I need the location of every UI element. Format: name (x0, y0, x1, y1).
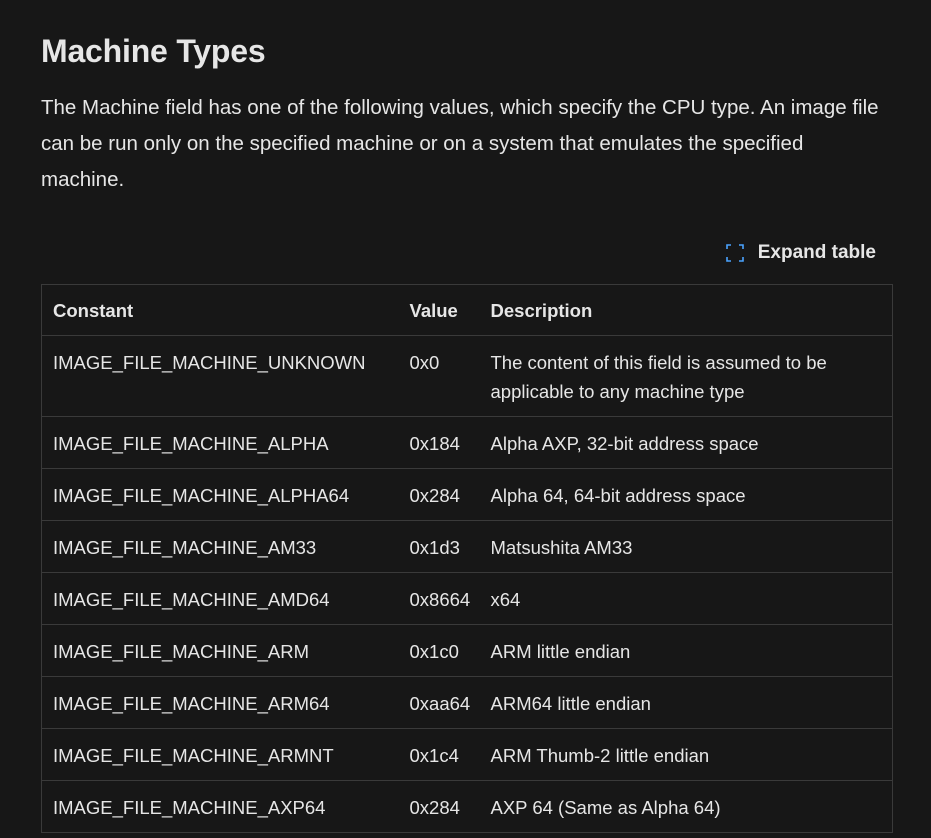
page-title: Machine Types (41, 33, 266, 69)
table-row: IMAGE_FILE_MACHINE_AXP64 0x284 AXP 64 (Sam… (41, 780, 893, 833)
table-body: IMAGE_FILE_MACHINE_UNKNOWN 0x0 The content… (41, 335, 893, 833)
cell-description: x64 (480, 572, 893, 625)
cell-description: Alpha 64, 64-bit address space (480, 468, 893, 521)
cell-description: Alpha AXP, 32-bit address space (480, 416, 893, 469)
table-row: IMAGE_FILE_MACHINE_ARMNT 0x1c4 ARM Thumb-2… (41, 728, 893, 781)
cell-value: 0x8664 (397, 572, 481, 625)
expand-table-button[interactable]: Expand table (725, 238, 876, 268)
cell-value: 0xaa64 (397, 676, 481, 729)
cell-description: ARM little endian (480, 624, 893, 677)
cell-value: 0x1c4 (397, 728, 481, 781)
cell-description: ARM64 little endian (480, 676, 893, 729)
cell-description: ARM Thumb-2 little endian (480, 728, 893, 781)
cell-value: 0x0 (397, 335, 481, 417)
table-row: IMAGE_FILE_MACHINE_ARM64 0xaa64 ARM64 litt… (41, 676, 893, 729)
cell-constant: IMAGE_FILE_MACHINE_AXP64 (41, 780, 398, 833)
cell-description: Matsushita AM33 (480, 520, 893, 573)
cell-constant: IMAGE_FILE_MACHINE_ARM (41, 624, 398, 677)
table-row: IMAGE_FILE_MACHINE_ARM 0x1c0 ARM little en… (41, 624, 893, 677)
cell-value: 0x284 (397, 468, 481, 521)
expand-icon (725, 244, 744, 262)
cell-value: 0x284 (397, 780, 481, 833)
table-row: IMAGE_FILE_MACHINE_UNKNOWN 0x0 The content… (41, 335, 893, 417)
machine-types-table-container: Constant Value Description IMAGE_FILE_MA… (41, 284, 893, 833)
cell-constant: IMAGE_FILE_MACHINE_ALPHA64 (41, 468, 398, 521)
column-header-constant: Constant (41, 284, 398, 336)
table-row: IMAGE_FILE_MACHINE_AM33 0x1d3 Matsushita A… (41, 520, 893, 573)
cell-constant: IMAGE_FILE_MACHINE_AM33 (41, 520, 398, 573)
cell-description: The content of this field is assumed to … (480, 335, 893, 417)
table-header-row: Constant Value Description (41, 284, 893, 336)
cell-constant: IMAGE_FILE_MACHINE_UNKNOWN (41, 335, 398, 417)
cell-value: 0x1c0 (397, 624, 481, 677)
cell-value: 0x184 (397, 416, 481, 469)
table-row: IMAGE_FILE_MACHINE_ALPHA 0x184 Alpha AXP, … (41, 416, 893, 469)
machine-types-table: Constant Value Description IMAGE_FILE_MA… (41, 284, 893, 833)
page: Machine Types The Machine field has one … (0, 0, 931, 838)
cell-description: AXP 64 (Same as Alpha 64) (480, 780, 893, 833)
expand-table-label: Expand table (757, 242, 876, 263)
cell-value: 0x1d3 (397, 520, 481, 573)
column-header-value: Value (397, 284, 481, 336)
table-row: IMAGE_FILE_MACHINE_AMD64 0x8664 x64 (41, 572, 893, 625)
cell-constant: IMAGE_FILE_MACHINE_ARMNT (41, 728, 398, 781)
intro-paragraph: The Machine field has one of the followi… (41, 96, 879, 191)
cell-constant: IMAGE_FILE_MACHINE_AMD64 (41, 572, 398, 625)
column-header-description: Description (480, 284, 893, 336)
cell-constant: IMAGE_FILE_MACHINE_ARM64 (41, 676, 398, 729)
table-row: IMAGE_FILE_MACHINE_ALPHA64 0x284 Alpha 64,… (41, 468, 893, 521)
cell-constant: IMAGE_FILE_MACHINE_ALPHA (41, 416, 398, 469)
